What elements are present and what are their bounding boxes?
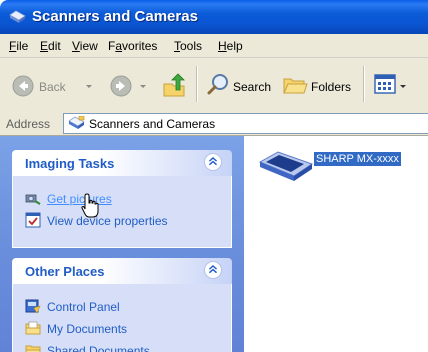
device-item[interactable]: SHARP MX-xxxx [252,142,422,182]
address-value: Scanners and Cameras [89,117,216,131]
imaging-tasks-header[interactable]: Imaging Tasks [12,150,232,176]
forward-dropdown-icon[interactable] [140,85,146,88]
hand-cursor-icon [81,193,99,218]
menu-help[interactable]: Help [218,39,243,53]
toolbar: Back Search Folders [0,58,428,113]
search-label: Search [233,80,272,94]
shared-documents-link: Shared Documents [47,344,150,352]
view-device-properties-link: View device properties [47,214,168,228]
forward-arrow-icon [110,75,132,97]
folder-documents-icon [25,321,41,335]
address-field[interactable]: Scanners and Cameras [63,113,428,134]
imaging-tasks-panel: Imaging Tasks Get pictures View device p… [12,150,232,248]
scanner-camera-icon [68,116,85,129]
views-grid-icon [374,74,396,94]
collapse-chevron-icon[interactable] [204,153,222,171]
properties-check-icon [25,212,41,228]
folders-label: Folders [311,80,352,94]
my-documents-link: My Documents [47,322,128,336]
other-places-title: Other Places [25,264,105,279]
views-button[interactable] [370,58,414,112]
title-bar[interactable]: Scanners and Cameras [0,0,428,34]
other-places-body: Control Panel My Documents Shared Docume… [12,284,232,352]
menu-tools[interactable]: Tools [174,39,202,53]
menu-file[interactable]: File [9,39,28,53]
up-folder-button[interactable] [160,58,190,112]
device-label: SHARP MX-xxxx [314,152,401,166]
folder-shared-icon [25,345,41,352]
control-panel-icon [25,299,41,314]
explorer-window: Scanners and Cameras File Edit View Favo… [0,0,428,352]
camera-scanner-icon [25,194,41,205]
menu-bar: File Edit View Favorites Tools Help [0,34,428,58]
menu-view[interactable]: View [72,39,98,53]
search-button[interactable]: Search [202,58,272,112]
task-pane: Imaging Tasks Get pictures View device p… [0,136,244,352]
imaging-tasks-title: Imaging Tasks [25,156,115,171]
toolbar-separator [196,66,198,102]
scanner-icon [258,151,314,181]
folders-button[interactable]: Folders [276,58,358,112]
scanner-camera-icon [9,10,26,23]
up-folder-icon [163,73,185,97]
forward-button[interactable] [104,58,156,112]
imaging-tasks-body: Get pictures View device properties [12,176,232,248]
views-dropdown-icon[interactable] [400,85,406,88]
content-area: SHARP MX-xxxx [244,136,428,352]
menu-edit[interactable]: Edit [40,39,61,53]
back-label: Back [39,80,66,94]
other-places-panel: Other Places Control Panel My Documents … [12,258,232,352]
control-panel-link: Control Panel [47,300,120,314]
search-icon [207,74,228,95]
folders-icon [283,78,308,94]
toolbar-separator [363,66,365,102]
other-places-header[interactable]: Other Places [12,258,232,284]
address-label: Address [6,117,51,131]
back-arrow-icon [12,75,34,97]
collapse-chevron-icon[interactable] [204,261,222,279]
back-dropdown-icon[interactable] [86,85,92,88]
menu-favorites[interactable]: Favorites [108,39,157,53]
address-bar: Address Scanners and Cameras [0,112,428,136]
back-button[interactable]: Back [6,58,100,112]
window-title: Scanners and Cameras [32,8,198,25]
